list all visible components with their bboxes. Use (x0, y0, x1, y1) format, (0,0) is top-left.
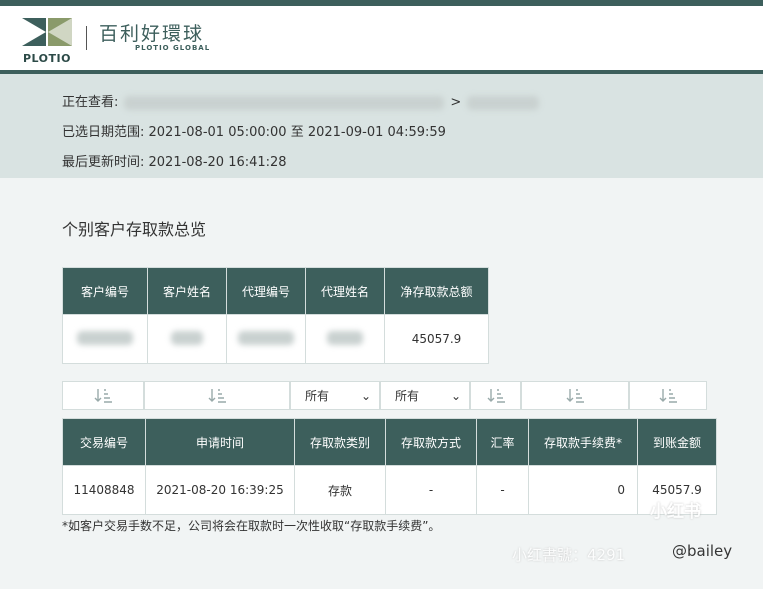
cell-fee: 0 (528, 465, 638, 515)
col-agent-name[interactable]: 代理姓名 (305, 267, 385, 315)
logo-mark-icon (22, 17, 72, 46)
type-filter-select[interactable]: 所有 ⌄ (290, 381, 380, 410)
method-filter-value: 所有 (395, 389, 420, 403)
sort-icon (487, 388, 505, 403)
last-updated-row: 最后更新时间: 2021-08-20 16:41:28 (62, 155, 287, 170)
brand-name-en: PLOTIO GLOBAL (135, 44, 211, 52)
type-filter-value: 所有 (305, 389, 330, 403)
sort-tx-id[interactable] (62, 381, 144, 410)
cell-tx-id: 11408848 (62, 465, 146, 515)
date-range-row: 已选日期范围: 2021-08-01 05:00:00 至 2021-09-01… (62, 125, 446, 140)
watermark-id: 小红書號：4291 (512, 546, 626, 564)
table-row: 11408848 2021-08-20 16:39:25 存款 - - 0 45… (62, 465, 717, 515)
viewing-row: 正在查看: > (62, 88, 763, 118)
watermark-handle: @bailey (672, 542, 733, 560)
redacted-client-name (171, 330, 203, 345)
sort-fee[interactable] (521, 381, 629, 410)
cell-net-total: 45057.9 (384, 314, 489, 364)
transactions-table: 交易编号 申请时间 存取款类别 存取款方式 汇率 存取款手续费* 到账金额 11… (62, 418, 717, 515)
brand-name: 百利好環球 PLOTIO GLOBAL (99, 24, 210, 52)
tx-header-row: 交易编号 申请时间 存取款类别 存取款方式 汇率 存取款手续费* 到账金额 (62, 418, 717, 466)
col-net-total[interactable]: 净存取款总额 (384, 267, 489, 315)
sort-amount[interactable] (629, 381, 707, 410)
logo-text: PLOTIO (23, 51, 71, 65)
col-type[interactable]: 存取款类别 (294, 418, 386, 466)
viewing-separator: > (450, 95, 462, 110)
sort-icon (566, 388, 584, 403)
cell-agent-id (226, 314, 306, 364)
col-tx-id[interactable]: 交易编号 (62, 418, 146, 466)
redacted-agent-name (327, 330, 363, 345)
col-client-name[interactable]: 客户姓名 (147, 267, 227, 315)
col-client-id[interactable]: 客户编号 (62, 267, 148, 315)
header-divider (86, 26, 87, 50)
redacted-viewing-path (124, 96, 445, 110)
watermark-brand: 小红书 (650, 502, 701, 522)
cell-rate: - (476, 465, 529, 515)
sort-apply-time[interactable] (144, 381, 290, 410)
column-filter-row: 所有 ⌄ 所有 ⌄ (62, 381, 707, 410)
chevron-down-icon: ⌄ (450, 388, 461, 403)
page-title: 个别客户存取款总览 (62, 220, 207, 239)
summary-header-row: 客户编号 客户姓名 代理编号 代理姓名 净存取款总额 (62, 267, 489, 315)
col-agent-id[interactable]: 代理编号 (226, 267, 306, 315)
cell-client-id (62, 314, 148, 364)
col-apply-time[interactable]: 申请时间 (145, 418, 295, 466)
col-rate[interactable]: 汇率 (476, 418, 529, 466)
client-summary-table: 客户编号 客户姓名 代理编号 代理姓名 净存取款总额 45057.9 (62, 267, 489, 364)
redacted-agent-id (238, 330, 294, 345)
col-fee[interactable]: 存取款手续费* (528, 418, 638, 466)
redacted-viewing-target (467, 96, 540, 110)
col-method[interactable]: 存取款方式 (385, 418, 477, 466)
fee-footnote: *如客户交易手数不足，公司将会在取款时一次性收取“存取款手续费”。 (62, 519, 441, 533)
redacted-client-id (77, 330, 133, 345)
site-header: PLOTIO 百利好環球 PLOTIO GLOBAL (0, 6, 763, 74)
table-row: 45057.9 (62, 314, 489, 364)
col-amount[interactable]: 到账金额 (637, 418, 717, 466)
sort-rate[interactable] (470, 381, 521, 410)
brand-name-cn: 百利好環球 (99, 23, 205, 45)
viewing-label: 正在查看: (62, 95, 119, 110)
cell-type: 存款 (294, 465, 386, 515)
cell-client-name (147, 314, 227, 364)
sort-icon (94, 388, 112, 403)
sort-icon (208, 388, 226, 403)
filter-info-panel: 正在查看: > 已选日期范围: 2021-08-01 05:00:00 至 20… (0, 74, 763, 178)
cell-agent-name (305, 314, 385, 364)
method-filter-select[interactable]: 所有 ⌄ (380, 381, 470, 410)
sort-icon (659, 388, 677, 403)
cell-method: - (385, 465, 477, 515)
chevron-down-icon: ⌄ (360, 388, 371, 403)
plotio-logo[interactable]: PLOTIO (22, 12, 72, 65)
cell-apply-time: 2021-08-20 16:39:25 (145, 465, 295, 515)
